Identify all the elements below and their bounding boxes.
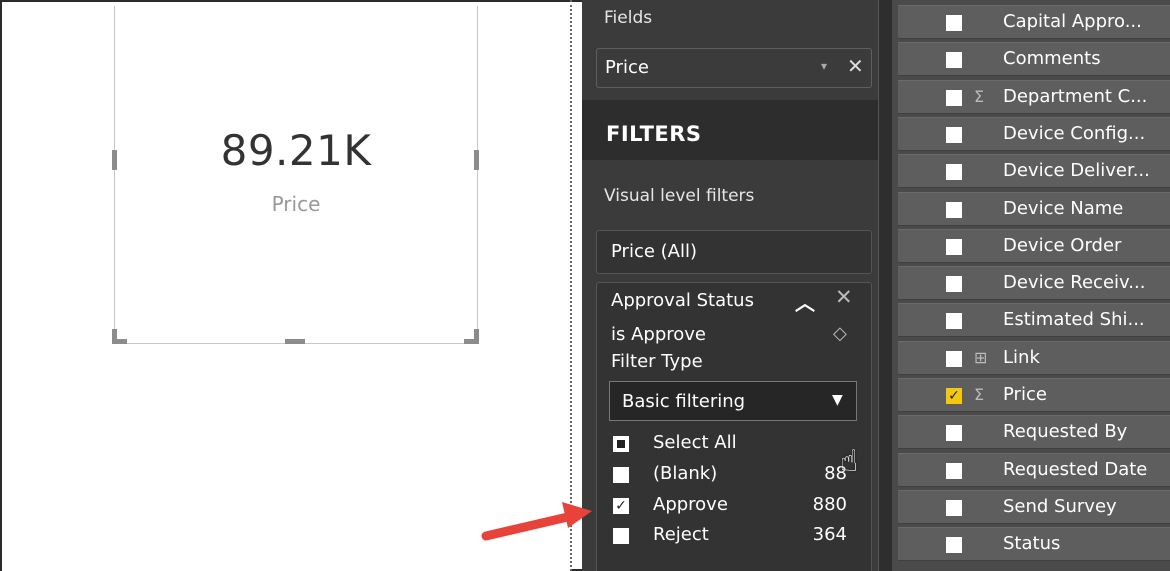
field-row[interactable]: Device Receiv... (898, 266, 1170, 301)
resize-handle-bottom-left-h[interactable] (112, 339, 127, 344)
field-row[interactable]: Device Deliver... (898, 154, 1170, 189)
field-row[interactable]: Requested By (898, 415, 1170, 450)
visualizations-pane: Fields Price ▾ ✕ FILTERS Visual level fi… (582, 0, 878, 571)
sigma-icon: Σ (974, 385, 985, 404)
checkbox-unchecked[interactable] (946, 499, 962, 516)
field-row[interactable]: Capital Appro... (898, 5, 1170, 39)
checkbox-unchecked[interactable] (946, 52, 962, 69)
field-label: Capital Appro... (1003, 11, 1142, 32)
red-arrow-annotation (481, 502, 592, 541)
chevron-down-icon[interactable]: ▾ (821, 59, 827, 73)
filter-option-approve[interactable]: ✓ Approve 880 (613, 494, 863, 520)
filter-type-label: Filter Type (611, 351, 703, 372)
checkbox-unchecked[interactable] (946, 164, 962, 181)
filters-header: FILTERS (582, 100, 878, 160)
checkbox-unchecked[interactable] (946, 126, 962, 143)
fields-label: Fields (604, 8, 653, 28)
field-label: Requested Date (1003, 458, 1148, 480)
field-label: Comments (1003, 48, 1101, 70)
checkbox-unchecked[interactable] (946, 15, 962, 31)
field-row[interactable]: Comments (898, 42, 1170, 77)
fields-list: Capital Appro... Comments Σ Department C...… (892, 0, 1170, 571)
option-label: (Blank) (653, 463, 718, 484)
checkbox-unchecked[interactable] (946, 350, 962, 367)
checkbox-checked[interactable]: ✓ (946, 388, 962, 404)
field-row[interactable]: Send Survey (898, 489, 1170, 524)
price-filter-label: Price (All) (611, 241, 697, 262)
field-label: Device Receiv... (1003, 272, 1146, 294)
filter-option-select-all[interactable]: Select All (613, 432, 863, 458)
card-label: Price (271, 192, 321, 216)
field-row[interactable]: Device Config... (898, 116, 1170, 151)
filter-option-reject[interactable]: Reject 364 (613, 524, 863, 550)
field-label: Link (1003, 346, 1040, 368)
field-row[interactable]: Device Name (898, 191, 1170, 226)
card-visual[interactable]: 89.21K Price (114, 6, 478, 344)
checkbox-unchecked[interactable] (946, 462, 962, 479)
dropdown-arrow-icon: ▼ (832, 392, 843, 408)
option-label: Select All (653, 432, 737, 453)
checkbox-unchecked[interactable] (946, 238, 962, 255)
approval-status-title: Approval Status (611, 290, 754, 311)
hand-pointer-icon: ☝ (840, 444, 859, 479)
link-field-icon: ⊞ (974, 347, 988, 367)
remove-field-icon[interactable]: ✕ (847, 54, 864, 78)
field-well-text: Price (605, 57, 649, 78)
checkbox-unchecked[interactable] (613, 528, 629, 544)
sigma-icon: Σ (974, 86, 985, 106)
filter-type-value: Basic filtering (622, 391, 746, 412)
option-label: Approve (653, 494, 728, 515)
field-label: Device Config... (1003, 122, 1146, 144)
report-canvas[interactable]: 89.21K Price (2, 2, 570, 571)
checkbox-unchecked[interactable] (946, 276, 962, 293)
visual-level-filters-label: Visual level filters (604, 186, 755, 206)
field-label: Price (1003, 384, 1047, 405)
checkbox-checked[interactable]: ✓ (613, 498, 629, 514)
checkbox-unchecked[interactable] (946, 201, 962, 218)
field-row[interactable]: Device Order (898, 228, 1170, 263)
resize-handle-bottom[interactable] (285, 339, 305, 344)
field-row[interactable]: Estimated Shi... (898, 303, 1170, 338)
checkbox-unchecked[interactable] (613, 467, 629, 483)
resize-handle-left[interactable] (112, 150, 117, 170)
field-row[interactable]: ✓ Σ Price (898, 378, 1170, 412)
filter-option-blank[interactable]: (Blank) 88 (613, 463, 863, 489)
field-well-price[interactable]: Price ▾ ✕ (596, 48, 872, 88)
field-label: Device Name (1003, 197, 1124, 219)
filter-type-dropdown[interactable]: Basic filtering ▼ (609, 381, 857, 421)
field-label: Requested By (1003, 421, 1128, 443)
canvas-boundary (570, 0, 572, 571)
field-label: Send Survey (1003, 495, 1117, 517)
checkbox-unchecked[interactable] (946, 537, 962, 554)
filter-condition: is Approve (611, 324, 707, 345)
option-count: 364 (812, 524, 847, 545)
field-label: Device Deliver... (1003, 160, 1150, 182)
field-label: Device Order (1003, 234, 1122, 256)
field-row[interactable]: Status (898, 527, 1170, 562)
remove-filter-icon[interactable]: ✕ (835, 285, 853, 309)
filters-title: FILTERS (606, 122, 702, 146)
pane-scrollbar[interactable] (878, 0, 893, 571)
collapse-icon[interactable]: ︿ (795, 287, 815, 316)
card-value: 89.21K (220, 126, 372, 175)
field-row[interactable]: Σ Department C... (898, 79, 1170, 114)
price-filter-card[interactable]: Price (All) (596, 230, 872, 274)
field-label: Department C... (1003, 85, 1148, 107)
eraser-icon[interactable]: ◇ (833, 323, 847, 344)
approval-status-filter-card: Approval Status ︿ ✕ is Approve ◇ Filter … (596, 282, 872, 571)
checkbox-unchecked[interactable] (946, 89, 962, 106)
option-count: 880 (812, 494, 847, 515)
checkbox-unchecked[interactable] (946, 313, 962, 330)
resize-handle-right[interactable] (474, 150, 479, 170)
option-label: Reject (653, 524, 709, 545)
field-row[interactable]: Requested Date (898, 452, 1170, 487)
field-label: Estimated Shi... (1003, 309, 1145, 331)
field-label: Status (1003, 533, 1061, 555)
checkbox-unchecked[interactable] (946, 425, 962, 442)
field-row[interactable]: ⊞ Link (898, 340, 1170, 375)
resize-handle-bottom-right-h[interactable] (464, 339, 479, 344)
checkbox-partial[interactable] (613, 436, 629, 452)
